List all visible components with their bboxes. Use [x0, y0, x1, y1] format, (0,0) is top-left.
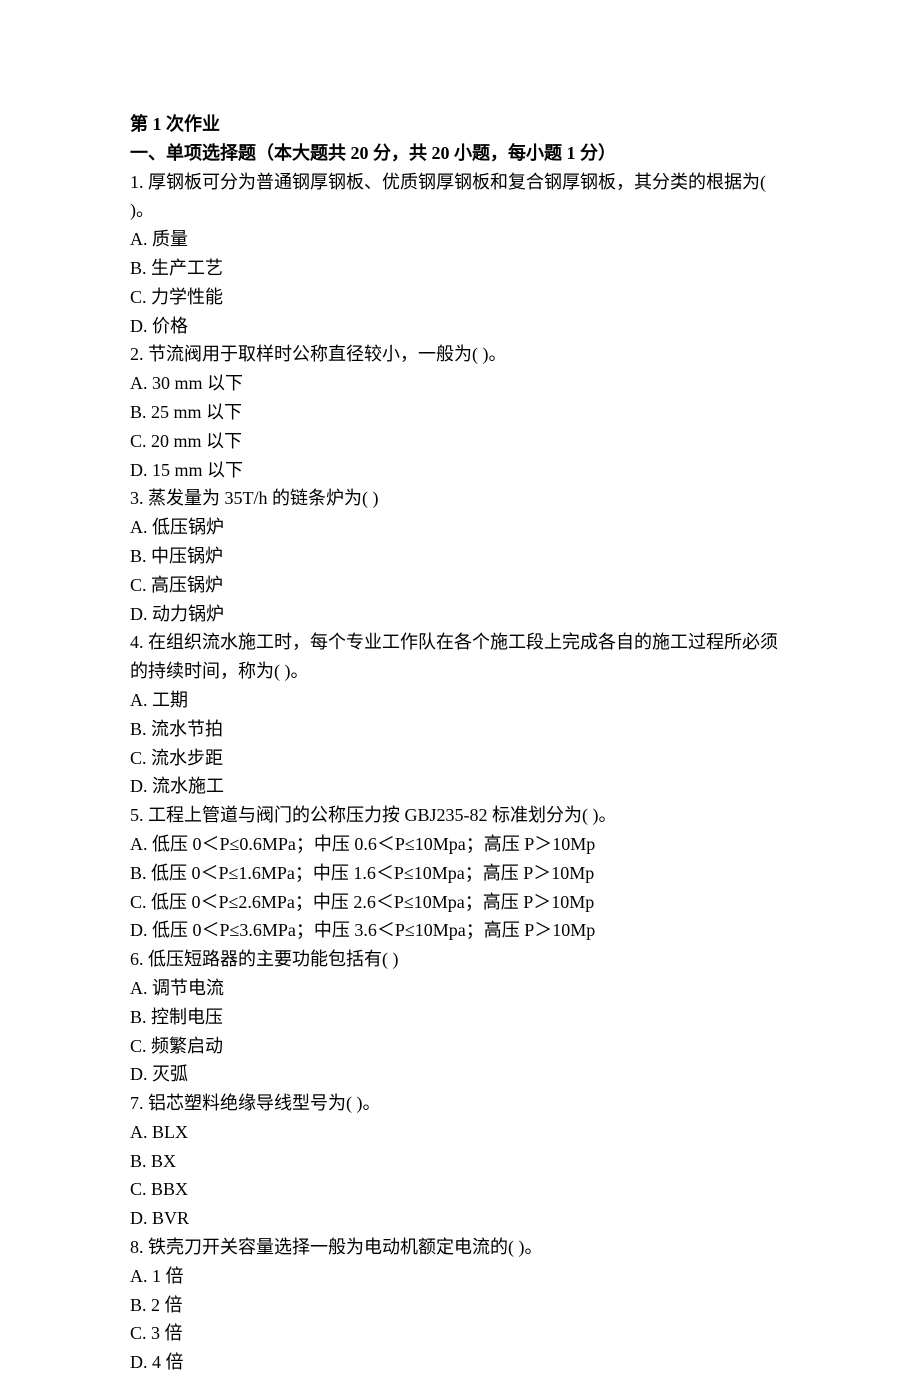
option-c: C. 低压 0＜P≤2.6MPa；中压 2.6＜P≤10Mpa；高压 P＞10M…: [130, 888, 790, 917]
question-stem: 4. 在组织流水施工时，每个专业工作队在各个施工段上完成各自的施工过程所必须的持…: [130, 628, 790, 686]
option-d: D. 4 倍: [130, 1348, 790, 1377]
question-7: 7. 铝芯塑料绝缘导线型号为( )。 A. BLX B. BX C. BBX D…: [130, 1089, 790, 1233]
option-c: C. 20 mm 以下: [130, 427, 790, 456]
option-c: C. 高压锅炉: [130, 571, 790, 600]
question-stem: 5. 工程上管道与阀门的公称压力按 GBJ235-82 标准划分为( )。: [130, 801, 790, 830]
option-c: C. 3 倍: [130, 1319, 790, 1348]
option-d: D. 低压 0＜P≤3.6MPa；中压 3.6＜P≤10Mpa；高压 P＞10M…: [130, 916, 790, 945]
question-4: 4. 在组织流水施工时，每个专业工作队在各个施工段上完成各自的施工过程所必须的持…: [130, 628, 790, 801]
option-c: C. 频繁启动: [130, 1032, 790, 1061]
option-c: C. 流水步距: [130, 744, 790, 773]
option-a: A. 工期: [130, 686, 790, 715]
option-b: B. 流水节拍: [130, 715, 790, 744]
option-c: C. 力学性能: [130, 283, 790, 312]
section-header: 一、单项选择题（本大题共 20 分，共 20 小题，每小题 1 分）: [130, 139, 790, 168]
question-stem: 6. 低压短路器的主要功能包括有( ): [130, 945, 790, 974]
option-b: B. 低压 0＜P≤1.6MPa；中压 1.6＜P≤10Mpa；高压 P＞10M…: [130, 859, 790, 888]
option-b: B. BX: [130, 1147, 790, 1176]
option-d: D. 流水施工: [130, 772, 790, 801]
option-b: B. 控制电压: [130, 1003, 790, 1032]
option-d: D. 15 mm 以下: [130, 456, 790, 485]
option-a: A. 30 mm 以下: [130, 369, 790, 398]
question-3: 3. 蒸发量为 35T/h 的链条炉为( ) A. 低压锅炉 B. 中压锅炉 C…: [130, 484, 790, 628]
question-8: 8. 铁壳刀开关容量选择一般为电动机额定电流的( )。 A. 1 倍 B. 2 …: [130, 1233, 790, 1377]
question-6: 6. 低压短路器的主要功能包括有( ) A. 调节电流 B. 控制电压 C. 频…: [130, 945, 790, 1089]
option-a: A. 低压 0＜P≤0.6MPa；中压 0.6＜P≤10Mpa；高压 P＞10M…: [130, 830, 790, 859]
question-stem: 7. 铝芯塑料绝缘导线型号为( )。: [130, 1089, 790, 1118]
question-stem: 1. 厚钢板可分为普通钢厚钢板、优质钢厚钢板和复合钢厚钢板，其分类的根据为( )…: [130, 168, 790, 226]
option-b: B. 25 mm 以下: [130, 398, 790, 427]
question-stem: 3. 蒸发量为 35T/h 的链条炉为( ): [130, 484, 790, 513]
option-b: B. 生产工艺: [130, 254, 790, 283]
option-a: A. 质量: [130, 225, 790, 254]
question-2: 2. 节流阀用于取样时公称直径较小，一般为( )。 A. 30 mm 以下 B.…: [130, 340, 790, 484]
option-a: A. BLX: [130, 1118, 790, 1147]
question-stem: 2. 节流阀用于取样时公称直径较小，一般为( )。: [130, 340, 790, 369]
option-a: A. 1 倍: [130, 1262, 790, 1291]
question-stem: 8. 铁壳刀开关容量选择一般为电动机额定电流的( )。: [130, 1233, 790, 1262]
option-b: B. 2 倍: [130, 1291, 790, 1320]
question-5: 5. 工程上管道与阀门的公称压力按 GBJ235-82 标准划分为( )。 A.…: [130, 801, 790, 945]
assignment-title: 第 1 次作业: [130, 110, 790, 139]
option-b: B. 中压锅炉: [130, 542, 790, 571]
question-1: 1. 厚钢板可分为普通钢厚钢板、优质钢厚钢板和复合钢厚钢板，其分类的根据为( )…: [130, 168, 790, 341]
option-a: A. 调节电流: [130, 974, 790, 1003]
option-d: D. 价格: [130, 312, 790, 341]
option-d: D. 动力锅炉: [130, 600, 790, 629]
option-c: C. BBX: [130, 1175, 790, 1204]
option-a: A. 低压锅炉: [130, 513, 790, 542]
option-d: D. 灭弧: [130, 1060, 790, 1089]
option-d: D. BVR: [130, 1204, 790, 1233]
